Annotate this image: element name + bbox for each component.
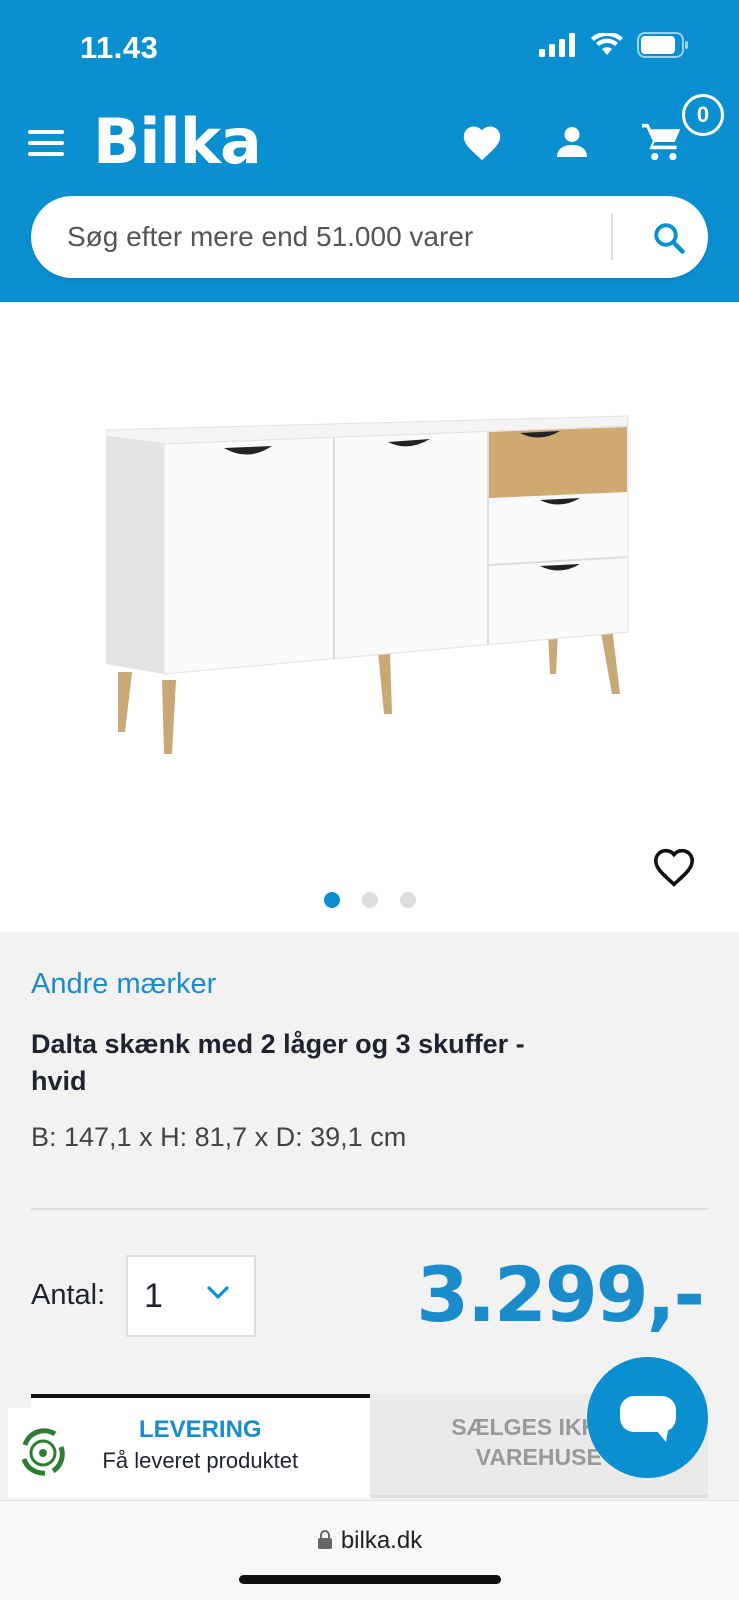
status-time: 11.43 (80, 30, 159, 65)
heart-icon[interactable] (458, 118, 506, 166)
carousel-dot[interactable] (399, 892, 416, 908)
url-bar[interactable]: bilka.dk (0, 1527, 739, 1555)
product-title: Dalta skænk med 2 låger og 3 skuffer - h… (31, 1029, 525, 1096)
tab-levering[interactable]: LEVERING Få leveret produktet (31, 1394, 370, 1498)
carousel-dot[interactable] (323, 892, 340, 908)
product-dimensions: B: 147,1 x H: 81,7 x D: 39,1 cm (31, 1122, 407, 1152)
product-image-carousel[interactable] (0, 302, 739, 932)
chevron-down-icon (207, 1286, 229, 1299)
cart-icon[interactable] (638, 118, 686, 166)
quantity-label: Antal: (31, 1279, 106, 1311)
signal-icon (539, 33, 575, 57)
product-image (105, 415, 629, 754)
search-bar[interactable] (31, 196, 708, 278)
carousel-dot[interactable] (361, 892, 378, 908)
home-indicator[interactable] (239, 1575, 501, 1584)
search-icon[interactable] (645, 214, 693, 262)
status-icons (539, 32, 689, 58)
product-brand-link[interactable]: Andre mærker (31, 968, 216, 1001)
chat-icon[interactable] (587, 1357, 708, 1478)
favorite-heart-icon[interactable] (650, 844, 698, 892)
tab-title: LEVERING (138, 1416, 262, 1443)
quantity-value: 1 (144, 1276, 163, 1315)
search-divider (611, 214, 613, 260)
url-text: bilka.dk (340, 1527, 423, 1554)
lock-icon (317, 1530, 332, 1549)
site-header: 11.43 Bilka 0 (0, 0, 739, 302)
battery-icon (637, 32, 688, 58)
wifi-icon (591, 33, 623, 55)
cart-count-badge: 0 (682, 94, 724, 136)
carousel-dots (0, 892, 739, 908)
tab-subtitle: Få leveret produktet (102, 1448, 299, 1473)
section-divider (31, 1208, 708, 1210)
bilka-logo[interactable]: Bilka (93, 105, 262, 178)
search-input[interactable] (67, 221, 607, 253)
product-price: 3.299,- (416, 1250, 705, 1339)
user-icon[interactable] (548, 118, 596, 166)
recycle-icon (8, 1408, 78, 1498)
browser-bar: bilka.dk (0, 1500, 739, 1600)
menu-icon[interactable] (28, 130, 64, 156)
quantity-select[interactable]: 1 (126, 1255, 256, 1337)
